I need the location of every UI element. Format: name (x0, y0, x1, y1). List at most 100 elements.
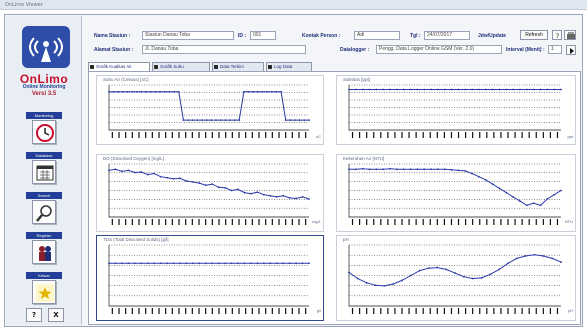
data-point (146, 173, 149, 176)
x-tick (145, 308, 147, 314)
tab-checkbox[interactable] (154, 65, 158, 69)
datalogger-label: Datalogger : (340, 47, 370, 53)
sidebar-item-monitoring[interactable]: Monitoring (26, 112, 62, 146)
help-button[interactable]: ? (26, 308, 42, 322)
x-tick (521, 219, 523, 225)
data-point (295, 262, 297, 265)
tab-grafik-kualitas-air[interactable]: Grafik Kualitas Air (88, 62, 150, 71)
window-titlebar: OnLimo Viewer (0, 0, 587, 10)
help-small-button[interactable]: ? (552, 30, 562, 40)
data-point (262, 193, 265, 196)
data-point (505, 191, 508, 194)
x-tick (238, 308, 240, 314)
data-point (375, 88, 378, 91)
interval-field[interactable]: 1 (548, 45, 562, 54)
data-point (210, 119, 213, 121)
x-tick (185, 308, 187, 314)
date-field[interactable]: 24/07/2017 (424, 31, 470, 40)
tab-grafik-suhu[interactable]: Grafik Suhu (152, 62, 210, 71)
sidebar-item-database[interactable]: Database (26, 152, 62, 186)
x-tick (422, 132, 424, 138)
data-point (539, 88, 542, 91)
x-tick (408, 132, 410, 138)
x-tick (118, 219, 120, 225)
x-tick (450, 308, 453, 314)
x-tick (514, 219, 516, 225)
sidebar-item-keluar[interactable]: Keluar (26, 272, 62, 306)
x-tick (158, 308, 160, 314)
x-tick (472, 219, 474, 225)
x-tick (158, 219, 160, 225)
x-tick (225, 308, 227, 314)
data-point (166, 262, 168, 265)
data-point (191, 181, 194, 183)
data-point (153, 172, 156, 175)
data-point (172, 177, 175, 180)
x-tick (450, 219, 453, 225)
x-tick (486, 132, 488, 138)
data-point (443, 88, 446, 91)
x-tick (450, 132, 453, 138)
x-tick (185, 219, 187, 225)
tab-checkbox[interactable] (90, 65, 94, 69)
id-field[interactable]: 001 (250, 31, 276, 40)
data-point (498, 268, 501, 271)
data-point (247, 90, 250, 93)
refresh-button[interactable]: Refresh (520, 30, 548, 40)
sidebar-item-register[interactable]: Register (26, 232, 62, 266)
data-point (117, 90, 120, 93)
data-point (560, 261, 562, 263)
data-point (250, 192, 252, 195)
x-tick (205, 308, 207, 314)
x-tick (205, 219, 207, 225)
x-tick (238, 219, 240, 225)
x-tick (151, 219, 153, 225)
data-point (480, 277, 483, 279)
x-tick (521, 132, 523, 138)
brand-version: Versi 3.5 (31, 91, 57, 97)
tab-log-data[interactable]: Log Data (266, 62, 312, 71)
chart-do: DO (Dissolved Oxygen) [mg/L] mg/L (96, 154, 324, 232)
x-tick (443, 308, 445, 314)
data-point (211, 262, 214, 265)
x-tick (443, 219, 445, 225)
data-point (140, 171, 143, 173)
datalogger-field[interactable]: Pengg. Data Logger Online GSM (Ver. 2.0) (376, 45, 502, 54)
series-line (349, 168, 562, 206)
x-tick (472, 132, 474, 138)
data-point (140, 262, 143, 265)
data-point (229, 119, 231, 121)
x-tick (479, 308, 481, 314)
x-tick (500, 219, 502, 225)
x-tick (514, 308, 516, 314)
chart-salinitas: Salinitas [ppt] ppt (336, 75, 576, 145)
x-tick (138, 219, 140, 225)
station-name-field[interactable]: Stasiun Danau Toba (142, 31, 234, 40)
exit-button[interactable]: X (48, 308, 64, 322)
data-point (392, 283, 395, 285)
data-point (532, 88, 535, 91)
interval-stepper[interactable] (566, 45, 576, 55)
location-field[interactable]: Jl. Danau Toba (142, 45, 306, 54)
x-tick (457, 132, 460, 138)
x-tick (145, 219, 147, 225)
x-tick (556, 132, 559, 138)
sidebar-item-search[interactable]: Search (26, 192, 62, 226)
x-tick (472, 308, 474, 314)
tab-checkbox[interactable] (214, 65, 218, 69)
tab-checkbox[interactable] (268, 65, 272, 69)
data-point (275, 90, 278, 93)
data-point (430, 168, 432, 171)
data-point (519, 200, 521, 202)
x-tick (373, 219, 375, 225)
data-point (242, 90, 245, 93)
x-tick (401, 219, 403, 225)
x-tick (265, 308, 267, 314)
tab-data-terkini[interactable]: Data Terkini (212, 62, 264, 71)
data-point (382, 168, 385, 171)
print-button[interactable] (564, 30, 576, 40)
data-point (114, 168, 117, 171)
data-point (269, 262, 272, 265)
contact-field[interactable]: Adi (354, 31, 400, 40)
data-point (348, 88, 350, 91)
